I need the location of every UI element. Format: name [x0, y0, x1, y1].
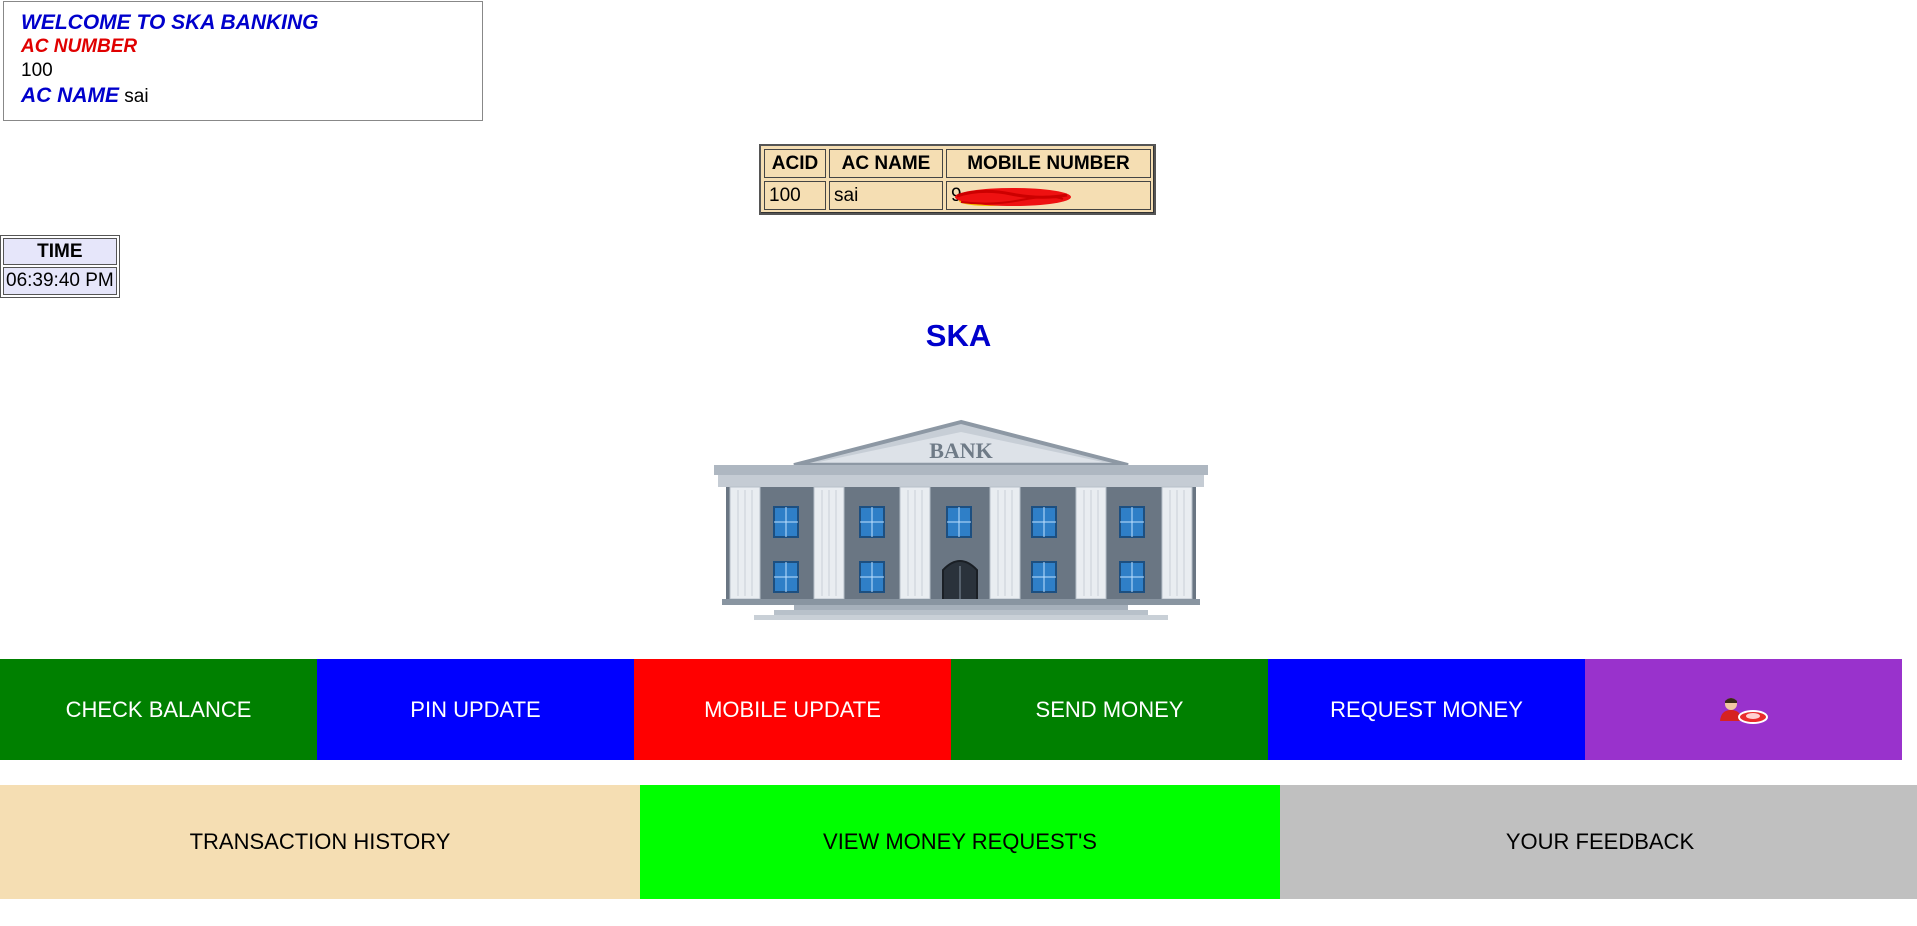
send-money-button[interactable]: SEND MONEY [951, 659, 1268, 760]
ac-number-value: 100 [21, 60, 53, 81]
header-ac-name: AC NAME [829, 149, 943, 178]
time-value-row: 06:39:40 PM [3, 267, 117, 295]
mobile-update-button[interactable]: MOBILE UPDATE [634, 659, 951, 760]
header-acid: ACID [764, 149, 826, 178]
pin-update-button[interactable]: PIN UPDATE [317, 659, 634, 760]
redaction-scribble [955, 188, 1071, 206]
ac-number-label: AC NUMBER [21, 36, 138, 57]
cell-mobile-number: 9 [946, 181, 1151, 210]
table-row: 100 sai 9 [764, 181, 1151, 210]
welcome-panel: WELCOME TO SKA BANKING AC NUMBER 100 AC … [3, 1, 483, 121]
time-value: 06:39:40 PM [3, 267, 117, 295]
ac-name-value: sai [124, 86, 149, 107]
request-money-button[interactable]: REQUEST MONEY [1268, 659, 1585, 760]
account-table-header-row: ACID AC NAME MOBILE NUMBER [764, 149, 1151, 178]
header-mobile-number: MOBILE NUMBER [946, 149, 1151, 178]
your-feedback-button[interactable]: YOUR FEEDBACK [1280, 785, 1917, 899]
ac-name-row: AC NAME sai [21, 83, 482, 110]
view-money-requests-button[interactable]: VIEW MONEY REQUEST'S [640, 785, 1280, 899]
bank-building-image: BANK [714, 419, 1208, 620]
bank-sign-text: BANK [929, 438, 993, 463]
welcome-title: WELCOME TO SKA BANKING [21, 11, 319, 34]
transaction-history-button[interactable]: TRANSACTION HISTORY [0, 785, 640, 899]
cell-ac-name: sai [829, 181, 943, 210]
time-header-row: TIME [3, 238, 117, 265]
primary-actions-row: CHECK BALANCE PIN UPDATE MOBILE UPDATE S… [0, 659, 1902, 760]
page-title: SKA [925, 318, 992, 353]
account-table: ACID AC NAME MOBILE NUMBER 100 sai 9 [759, 144, 1156, 215]
cell-acid: 100 [764, 181, 826, 210]
ac-name-label: AC NAME [21, 84, 119, 107]
logout-button[interactable] [1585, 659, 1902, 760]
logout-user-icon [1719, 697, 1768, 724]
time-table: TIME 06:39:40 PM [0, 235, 120, 298]
time-header: TIME [3, 238, 117, 265]
check-balance-button[interactable]: CHECK BALANCE [0, 659, 317, 760]
secondary-actions-row: TRANSACTION HISTORY VIEW MONEY REQUEST'S… [0, 785, 1917, 899]
